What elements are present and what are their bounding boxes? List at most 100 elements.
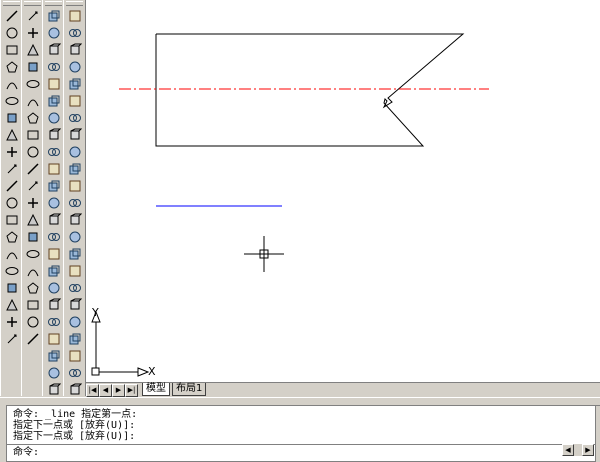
- drawing-area[interactable]: Y X: [86, 0, 600, 382]
- clean-icon[interactable]: [65, 246, 84, 262]
- offset-faces-icon[interactable]: [65, 93, 84, 109]
- view-cube-icon[interactable]: [65, 382, 84, 396]
- join-icon[interactable]: [23, 212, 42, 228]
- rectangle-icon[interactable]: [2, 76, 21, 92]
- erase-icon[interactable]: [23, 8, 42, 24]
- point-icon[interactable]: [2, 212, 21, 228]
- setup-drawing-icon[interactable]: [44, 195, 63, 211]
- box-icon[interactable]: [44, 8, 63, 24]
- explode-icon[interactable]: [23, 263, 42, 279]
- drawing-svg[interactable]: [86, 0, 600, 382]
- canvas-horizontal-scrollbar[interactable]: [316, 385, 600, 395]
- check-icon[interactable]: [65, 297, 84, 313]
- tab-model[interactable]: 模型: [142, 383, 170, 396]
- trim-icon[interactable]: [23, 161, 42, 177]
- arc-icon[interactable]: [2, 93, 21, 109]
- layers-icon[interactable]: [65, 365, 84, 381]
- toolbar-grip[interactable]: [66, 1, 83, 6]
- region-icon[interactable]: [2, 263, 21, 279]
- subtract-icon[interactable]: [65, 25, 84, 41]
- intersect-icon[interactable]: [65, 42, 84, 58]
- wedge-icon[interactable]: [44, 76, 63, 92]
- leader-icon[interactable]: [23, 314, 42, 330]
- union-icon[interactable]: [65, 8, 84, 24]
- setup-view-icon[interactable]: [44, 212, 63, 228]
- text-find-icon[interactable]: [44, 382, 63, 396]
- view-icon[interactable]: [44, 280, 63, 296]
- fillet-icon[interactable]: [23, 246, 42, 262]
- gradient-icon[interactable]: [2, 246, 21, 262]
- scroll-left-button[interactable]: ◀: [562, 444, 574, 456]
- mirror-icon[interactable]: [23, 42, 42, 58]
- table-icon[interactable]: [2, 280, 21, 296]
- imprint-icon[interactable]: [65, 229, 84, 245]
- color-faces-icon[interactable]: [65, 178, 84, 194]
- toolbar-end-icon[interactable]: [2, 331, 21, 347]
- ucs-world-icon[interactable]: [44, 314, 63, 330]
- spline-icon[interactable]: [2, 127, 21, 143]
- copy-icon[interactable]: [23, 25, 42, 41]
- text-a-icon[interactable]: [44, 348, 63, 364]
- color-edges-icon[interactable]: [65, 212, 84, 228]
- slice-icon[interactable]: [44, 144, 63, 160]
- section-icon[interactable]: [44, 161, 63, 177]
- copy-faces-icon[interactable]: [65, 161, 84, 177]
- array-icon[interactable]: [23, 76, 42, 92]
- chamfer-icon[interactable]: [23, 229, 42, 245]
- delete-faces-icon[interactable]: [65, 110, 84, 126]
- separate-icon[interactable]: [65, 263, 84, 279]
- scroll-right-button[interactable]: ▶: [582, 444, 594, 456]
- stretch-icon[interactable]: [23, 144, 42, 160]
- 3d-orbit-icon[interactable]: [44, 246, 63, 262]
- first-tab-button[interactable]: |◀: [86, 384, 99, 397]
- text-icon[interactable]: [2, 314, 21, 330]
- line-icon[interactable]: [2, 8, 21, 24]
- render-icon[interactable]: [44, 297, 63, 313]
- properties-icon[interactable]: [65, 348, 84, 364]
- ellipse-icon[interactable]: [2, 144, 21, 160]
- extrude-faces-icon[interactable]: [65, 59, 84, 75]
- make-block-icon[interactable]: [2, 195, 21, 211]
- toolbar-grip[interactable]: [24, 1, 41, 6]
- extend-icon[interactable]: [23, 178, 42, 194]
- text-edit-icon[interactable]: [44, 365, 63, 381]
- insert-block-icon[interactable]: [2, 178, 21, 194]
- construction-line-icon[interactable]: [2, 25, 21, 41]
- navigate-icon[interactable]: [65, 331, 84, 347]
- cone-icon[interactable]: [44, 59, 63, 75]
- prev-tab-button[interactable]: ◀: [99, 384, 112, 397]
- rotate-faces-icon[interactable]: [65, 127, 84, 143]
- align-icon[interactable]: [23, 331, 42, 347]
- circle-icon[interactable]: [2, 110, 21, 126]
- polyline-icon[interactable]: [2, 42, 21, 58]
- offset-icon[interactable]: [23, 59, 42, 75]
- ellipse-arc-icon[interactable]: [2, 161, 21, 177]
- cylinder-icon[interactable]: [44, 42, 63, 58]
- toolbar-grip[interactable]: [45, 1, 62, 6]
- move-faces-icon[interactable]: [65, 76, 84, 92]
- dimension-icon[interactable]: [23, 280, 42, 296]
- break-icon[interactable]: [23, 195, 42, 211]
- text-style-icon[interactable]: [23, 297, 42, 313]
- polygon-icon[interactable]: [2, 59, 21, 75]
- torus-icon[interactable]: [44, 93, 63, 109]
- ucs-icon[interactable]: [44, 263, 63, 279]
- drawn-shape[interactable]: [155, 33, 465, 147]
- sphere-icon[interactable]: [44, 25, 63, 41]
- move-icon[interactable]: [23, 93, 42, 109]
- rotate-icon[interactable]: [23, 110, 42, 126]
- copy-edges-icon[interactable]: [65, 195, 84, 211]
- command-prompt[interactable]: 命令:: [13, 447, 39, 458]
- interfere-icon[interactable]: [44, 178, 63, 194]
- extrude-icon[interactable]: [44, 110, 63, 126]
- next-tab-button[interactable]: ▶: [112, 384, 125, 397]
- toolbar-grip[interactable]: [3, 1, 20, 6]
- shell-icon[interactable]: [65, 280, 84, 296]
- last-tab-button[interactable]: ▶|: [125, 384, 138, 397]
- command-window[interactable]: 命令: _line 指定第一点: 指定下一点或 [放弃(U)]: 指定下一点或 …: [6, 405, 596, 462]
- pan-icon[interactable]: [44, 331, 63, 347]
- mtext-icon[interactable]: [2, 297, 21, 313]
- hatch-icon[interactable]: [2, 229, 21, 245]
- tab-layout1[interactable]: 布局1: [172, 383, 207, 396]
- scale-icon[interactable]: [23, 127, 42, 143]
